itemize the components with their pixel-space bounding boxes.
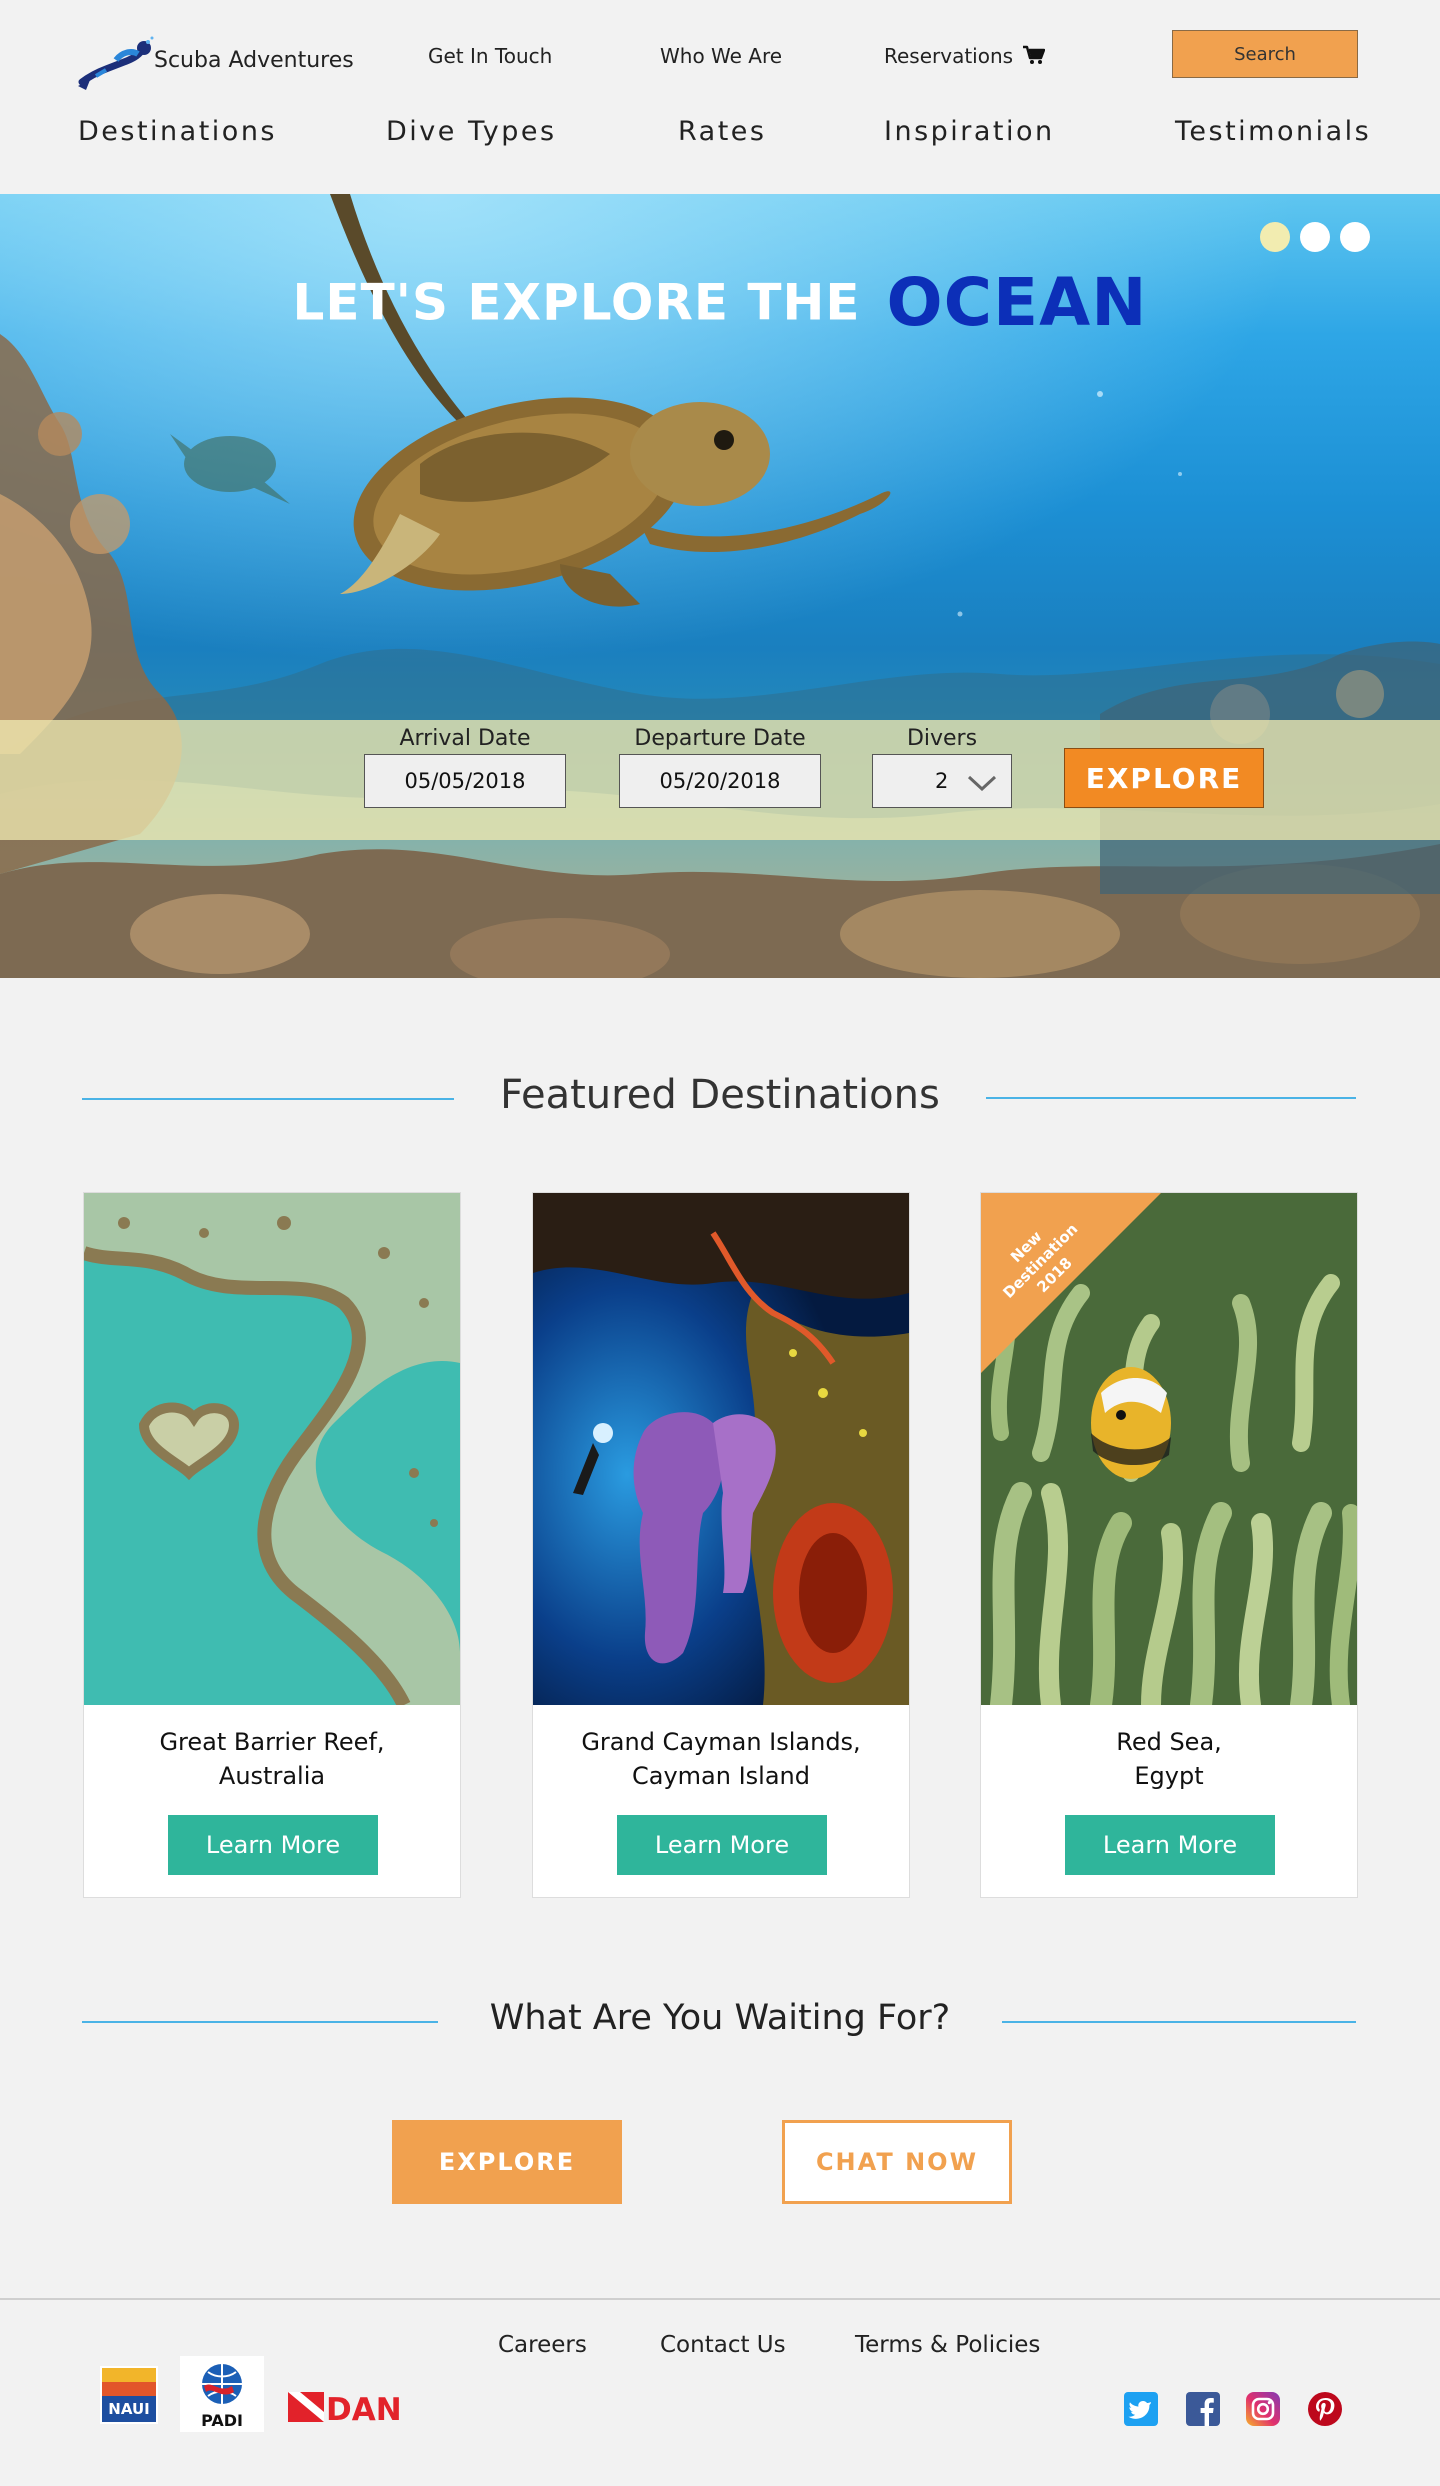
card-title-line1: Red Sea, (1116, 1728, 1222, 1756)
card-title-line1: Great Barrier Reef, (159, 1728, 385, 1756)
destination-card[interactable]: New Destination 2018 Red Sea, Egypt Lear… (980, 1192, 1358, 1898)
carousel-dots (1260, 222, 1370, 252)
cta-explore-button[interactable]: EXPLORE (392, 2120, 622, 2204)
departure-date-label: Departure Date (634, 726, 806, 751)
site-header: Scuba Adventures Get In Touch Who We Are… (0, 0, 1440, 192)
divers-label: Divers (906, 726, 978, 751)
dan-badge[interactable]: DAN (288, 2390, 412, 2424)
twitter-icon[interactable] (1124, 2392, 1158, 2426)
cart-icon (1023, 45, 1046, 64)
hero-explore-button[interactable]: EXPLORE (1064, 748, 1264, 808)
nav-testimonials[interactable]: Testimonials (1175, 116, 1371, 147)
carousel-dot-1[interactable] (1260, 222, 1290, 252)
great-barrier-reef-image (84, 1193, 460, 1705)
footer-divider (0, 2298, 1440, 2300)
padi-badge[interactable]: PADI (180, 2356, 264, 2432)
divers-value: 2 (935, 769, 949, 793)
instagram-icon[interactable] (1246, 2392, 1280, 2426)
hero-banner: LET'S EXPLORE THE OCEAN Arrival Date 05/0… (0, 194, 1440, 978)
naui-badge[interactable]: NAUI (100, 2366, 158, 2424)
learn-more-button[interactable]: Learn More (617, 1815, 827, 1875)
chat-now-button[interactable]: CHAT NOW (782, 2120, 1012, 2204)
departure-date-input[interactable]: 05/20/2018 (619, 754, 821, 808)
search-button[interactable]: Search (1172, 30, 1358, 78)
carousel-dot-2[interactable] (1300, 222, 1330, 252)
chevron-down-icon (967, 775, 997, 791)
featured-heading: Featured Destinations (500, 1072, 940, 1118)
reservations-link[interactable]: Reservations (884, 44, 1046, 68)
who-we-are-link[interactable]: Who We Are (660, 44, 782, 68)
card-title-line2: Egypt (1134, 1762, 1204, 1790)
brand-logo[interactable]: Scuba Adventures (76, 36, 356, 92)
hero-title-lead: LET'S EXPLORE THE (292, 273, 861, 332)
scuba-diver-icon (78, 36, 154, 90)
brand-name: Scuba Adventures (154, 47, 354, 73)
careers-link[interactable]: Careers (498, 2332, 587, 2358)
pinterest-icon[interactable] (1308, 2392, 1342, 2426)
get-in-touch-link[interactable]: Get In Touch (428, 44, 552, 68)
card-title-line2: Australia (218, 1762, 326, 1790)
new-destination-ribbon: New Destination 2018 (981, 1193, 1161, 1373)
grand-cayman-reef-image (533, 1193, 909, 1705)
arrival-date-input[interactable]: 05/05/2018 (364, 754, 566, 808)
hero-title-accent: OCEAN (886, 264, 1148, 341)
card-image (533, 1193, 909, 1705)
carousel-dot-3[interactable] (1340, 222, 1370, 252)
arrival-date-field: Arrival Date 05/05/2018 (364, 724, 566, 808)
terms-policies-link[interactable]: Terms & Policies (855, 2332, 1040, 2358)
nav-inspiration[interactable]: Inspiration (884, 116, 1055, 147)
departure-date-field: Departure Date 05/20/2018 (619, 724, 821, 808)
padi-text: PADI (201, 2411, 243, 2430)
dan-text: DAN (326, 2392, 402, 2424)
card-image (84, 1193, 460, 1705)
card-title: Great Barrier Reef, Australia (84, 1725, 460, 1793)
destination-card[interactable]: Grand Cayman Islands, Cayman Island Lear… (532, 1192, 910, 1898)
cta-heading: What Are You Waiting For? (489, 1998, 951, 2038)
reservations-label: Reservations (884, 44, 1014, 68)
card-title: Grand Cayman Islands, Cayman Island (533, 1725, 909, 1793)
divers-field: Divers 2 (872, 724, 1012, 808)
arrival-date-label: Arrival Date (399, 726, 531, 751)
card-title-line1: Grand Cayman Islands, (581, 1728, 861, 1756)
hero-title: LET'S EXPLORE THE OCEAN (0, 264, 1440, 341)
nav-dive-types[interactable]: Dive Types (386, 116, 557, 147)
nav-destinations[interactable]: Destinations (78, 116, 277, 147)
divers-select[interactable]: 2 (872, 754, 1012, 808)
learn-more-button[interactable]: Learn More (168, 1815, 378, 1875)
destination-card[interactable]: Great Barrier Reef, Australia Learn More (83, 1192, 461, 1898)
nav-rates[interactable]: Rates (678, 116, 766, 147)
card-title-line2: Cayman Island (632, 1762, 810, 1790)
naui-text: NAUI (108, 2400, 149, 2418)
contact-us-link[interactable]: Contact Us (660, 2332, 786, 2358)
facebook-icon[interactable] (1186, 2392, 1220, 2426)
card-title: Red Sea, Egypt (981, 1725, 1357, 1793)
learn-more-button[interactable]: Learn More (1065, 1815, 1275, 1875)
